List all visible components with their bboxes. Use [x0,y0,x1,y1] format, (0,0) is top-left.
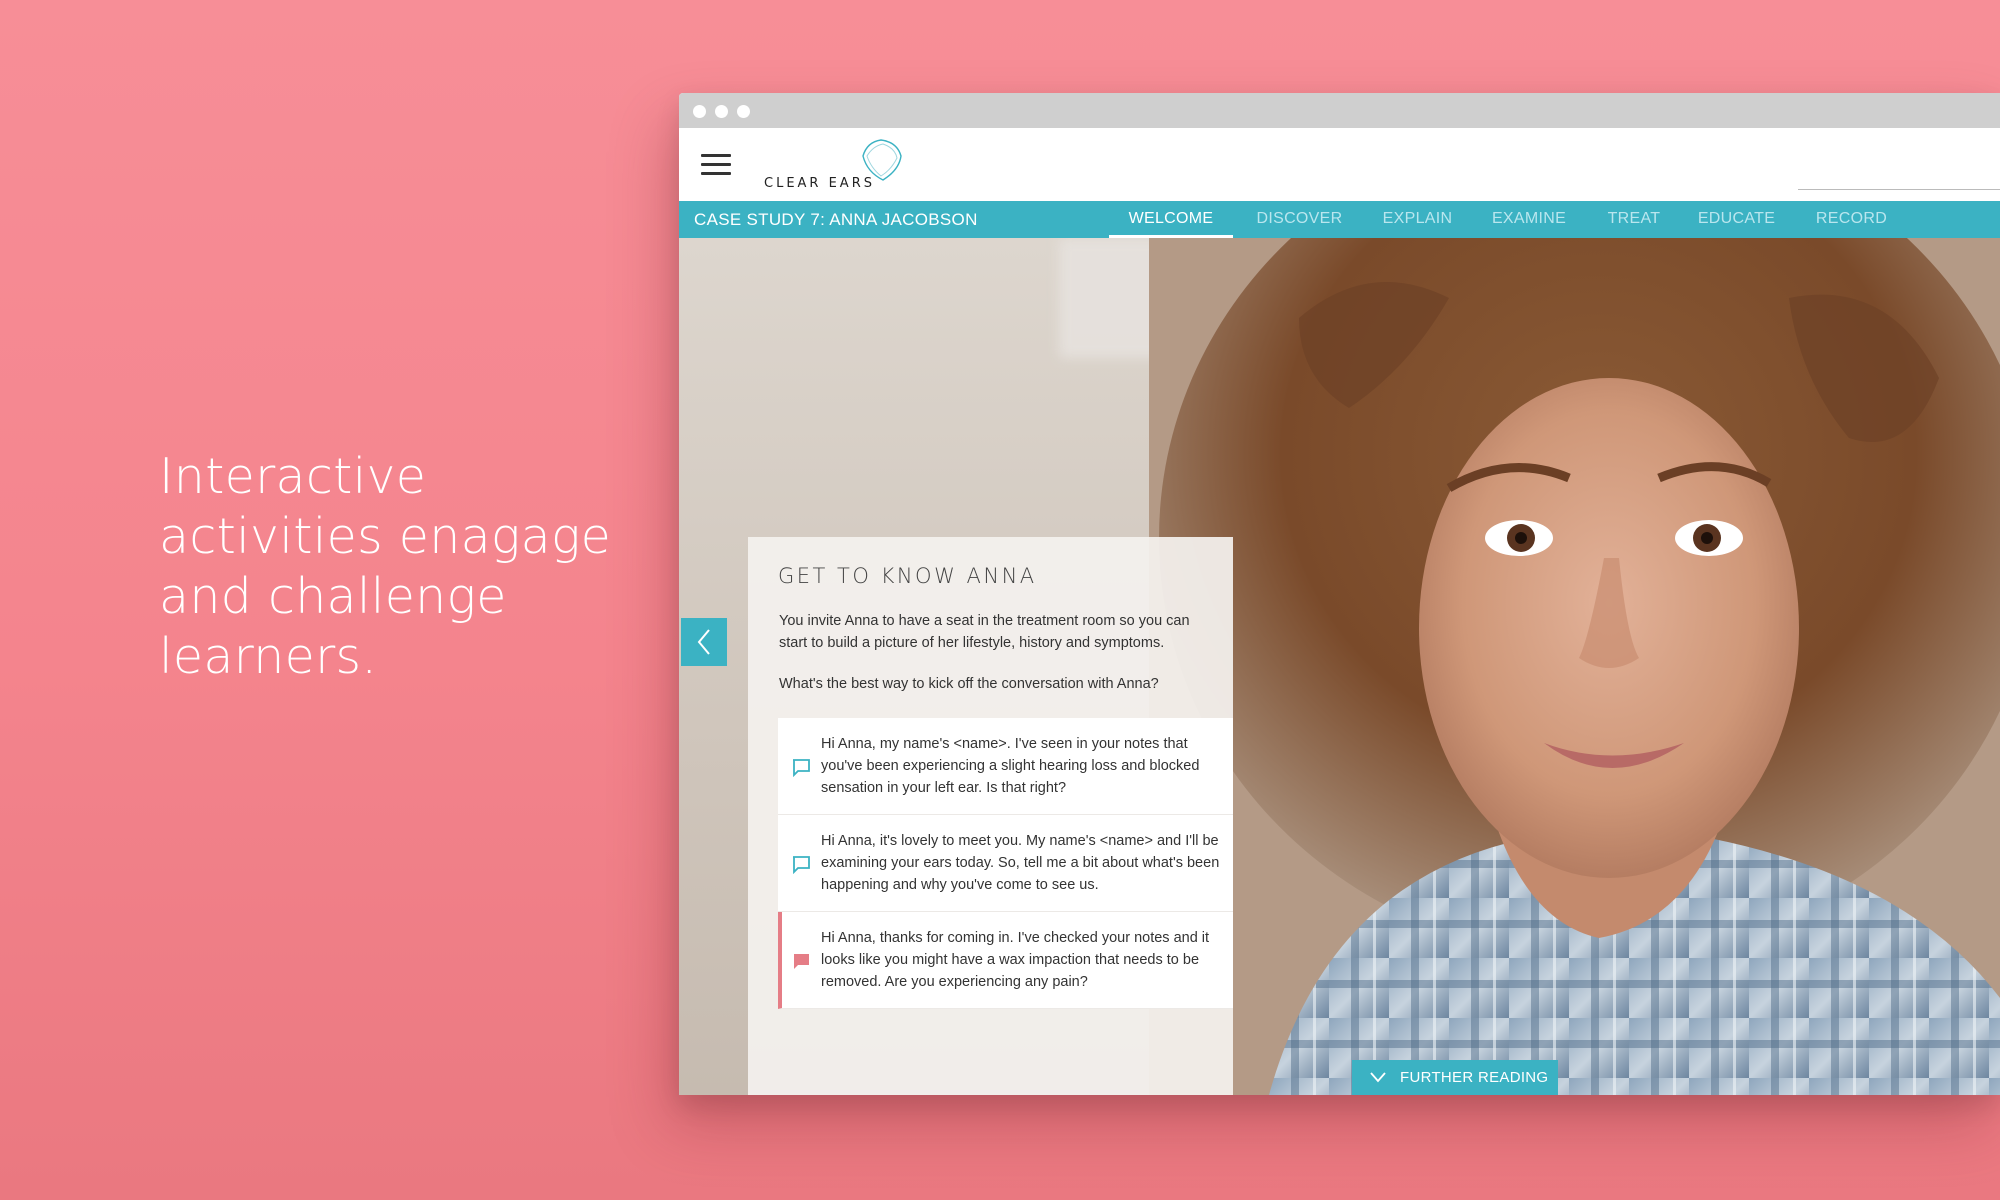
activity-panel: GET TO KNOW ANNA You invite Anna to have… [748,537,1233,1095]
speech-bubble-icon [793,759,810,777]
tagline: Interactive activities enagage and chall… [159,448,612,685]
panel-question: What's the best way to kick off the conv… [779,676,1159,692]
answer-option-incorrect[interactable]: Hi Anna, thanks for coming in. I've chec… [778,912,1233,1009]
speech-bubble-filled-icon [793,954,809,969]
hero-area: GET TO KNOW ANNA You invite Anna to have… [679,238,2000,1095]
tab-welcome[interactable]: WELCOME [1109,201,1233,238]
diamond-logo-icon [862,139,902,181]
panel-title: GET TO KNOW ANNA [778,564,1037,588]
answer-option[interactable]: Hi Anna, my name's <name>. I've seen in … [778,718,1233,815]
answer-option-text: Hi Anna, it's lovely to meet you. My nam… [821,833,1220,893]
window-dot[interactable] [715,105,728,118]
speech-bubble-icon [793,856,810,874]
patient-photo [1149,238,2000,1095]
chevron-down-icon [1370,1072,1386,1083]
browser-window: CLEAR EARS CASE STUDY 7: ANNA JACOBSON W… [679,93,2000,1095]
answer-options: Hi Anna, my name's <name>. I've seen in … [778,718,1233,1009]
tab-treat[interactable]: TREAT [1589,201,1679,238]
answer-option-text: Hi Anna, my name's <name>. I've seen in … [821,736,1200,796]
tab-discover[interactable]: DISCOVER [1233,201,1366,238]
tab-educate[interactable]: EDUCATE [1679,201,1794,238]
tab-explain[interactable]: EXPLAIN [1366,201,1469,238]
further-reading-button[interactable]: FURTHER READING [1352,1060,1558,1095]
browser-chrome-bar [679,93,2000,128]
case-title: CASE STUDY 7: ANNA JACOBSON [694,210,978,229]
answer-option-text: Hi Anna, thanks for coming in. I've chec… [821,930,1210,990]
tab-record[interactable]: RECORD [1794,201,1909,238]
window-dot[interactable] [737,105,750,118]
logo[interactable]: CLEAR EARS [764,136,924,196]
site-header: CLEAR EARS [679,128,2000,201]
case-navbar: CASE STUDY 7: ANNA JACOBSON WELCOME DISC… [679,201,2000,238]
search-underline[interactable] [1798,189,2000,190]
tab-examine[interactable]: EXAMINE [1469,201,1589,238]
nav-tabs: WELCOME DISCOVER EXPLAIN EXAMINE TREAT E… [1109,201,1909,238]
chevron-left-icon [697,629,710,655]
answer-option[interactable]: Hi Anna, it's lovely to meet you. My nam… [778,815,1233,912]
prev-button[interactable] [681,618,727,666]
hamburger-icon[interactable] [701,154,731,176]
window-dot[interactable] [693,105,706,118]
panel-intro: You invite Anna to have a seat in the tr… [779,613,1190,651]
further-reading-label: FURTHER READING [1400,1069,1549,1086]
